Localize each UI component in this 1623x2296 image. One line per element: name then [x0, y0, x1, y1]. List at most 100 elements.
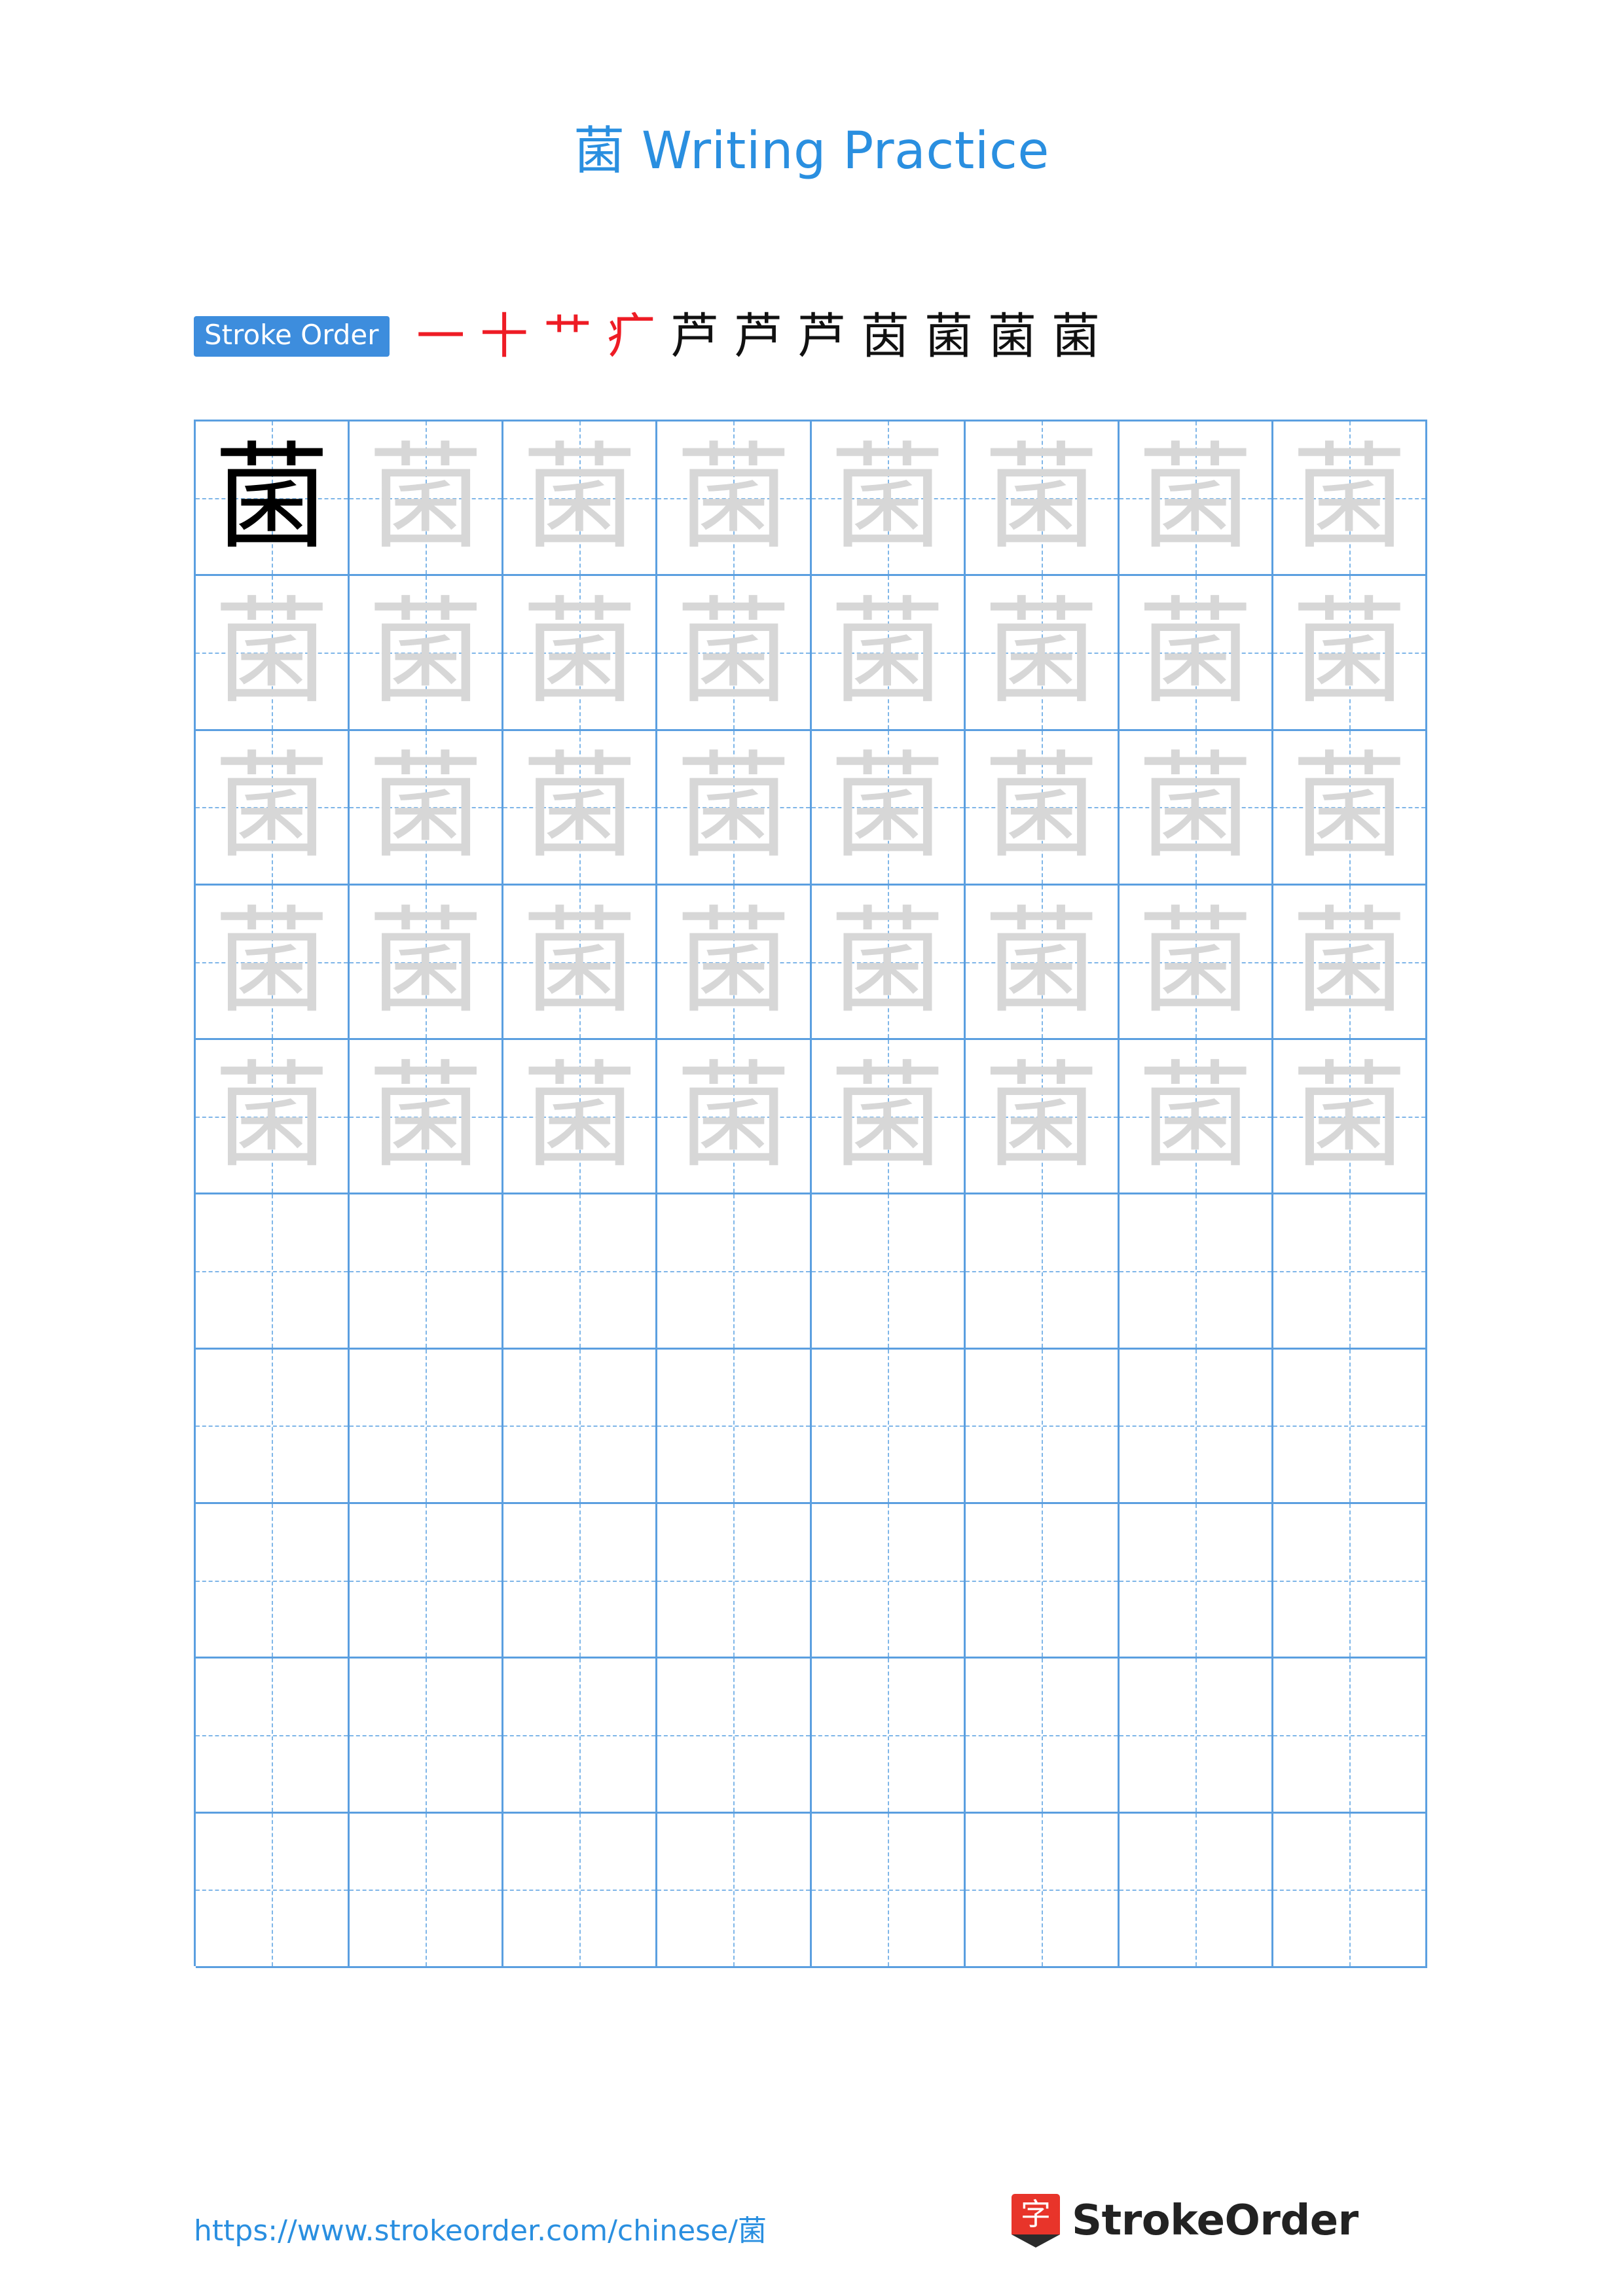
grid-cell[interactable]	[965, 1194, 1120, 1350]
grid-cell[interactable]	[1119, 1659, 1273, 1814]
grid-cell[interactable]	[196, 1194, 350, 1350]
grid-cell[interactable]	[811, 1349, 966, 1505]
grid-cell[interactable]	[1273, 1504, 1427, 1659]
grid-cell[interactable]: 菌	[1273, 1040, 1427, 1195]
grid-cell[interactable]: 菌	[1119, 885, 1273, 1041]
grid-cell[interactable]: 菌	[350, 422, 504, 577]
trace-character: 菌	[214, 584, 330, 719]
grid-cell[interactable]: 菌	[657, 1040, 812, 1195]
trace-character: 菌	[368, 894, 484, 1029]
grid-cell[interactable]	[1119, 1194, 1273, 1350]
grid-cell[interactable]	[1119, 1813, 1273, 1968]
grid-cell[interactable]	[1119, 1504, 1273, 1659]
grid-cell[interactable]: 菌	[965, 885, 1120, 1041]
stroke-step-3: 艹	[543, 308, 593, 365]
grid-cell[interactable]: 菌	[965, 576, 1120, 731]
grid-cell[interactable]: 菌	[350, 576, 504, 731]
grid-cell[interactable]	[657, 1349, 812, 1505]
grid-cell[interactable]	[503, 1659, 658, 1814]
stroke-order-row: Stroke Order 一十艹疒芦芦芦茵菌菌菌	[194, 305, 1438, 368]
grid-cell[interactable]: 菌	[965, 422, 1120, 577]
grid-cell[interactable]	[811, 1504, 966, 1659]
grid-cell[interactable]	[196, 1349, 350, 1505]
grid-cell[interactable]: 菌	[196, 422, 350, 577]
grid-cell[interactable]: 菌	[811, 885, 966, 1041]
stroke-step-1: 一	[416, 308, 465, 365]
grid-cell[interactable]	[811, 1659, 966, 1814]
grid-cell[interactable]: 菌	[196, 885, 350, 1041]
grid-cell[interactable]: 菌	[503, 576, 658, 731]
grid-cell[interactable]	[1273, 1659, 1427, 1814]
grid-cell[interactable]: 菌	[1119, 422, 1273, 577]
grid-cell[interactable]	[965, 1813, 1120, 1968]
grid-cell[interactable]	[657, 1194, 812, 1350]
grid-cell[interactable]	[1273, 1349, 1427, 1505]
grid-cell[interactable]: 菌	[350, 885, 504, 1041]
grid-cell[interactable]: 菌	[965, 1040, 1120, 1195]
grid-cell[interactable]: 菌	[350, 730, 504, 886]
grid-cell[interactable]: 菌	[350, 1040, 504, 1195]
trace-character: 菌	[830, 894, 945, 1029]
grid-cell[interactable]	[196, 1504, 350, 1659]
grid-cell[interactable]	[1119, 1349, 1273, 1505]
grid-cell[interactable]: 菌	[1119, 576, 1273, 731]
trace-character: 菌	[983, 1049, 1099, 1183]
grid-cell[interactable]	[1273, 1813, 1427, 1968]
grid-cell[interactable]	[965, 1659, 1120, 1814]
grid-cell[interactable]: 菌	[503, 730, 658, 886]
grid-cell[interactable]	[350, 1349, 504, 1505]
trace-character: 菌	[522, 740, 638, 874]
grid-cell[interactable]: 菌	[811, 422, 966, 577]
trace-character: 菌	[522, 894, 638, 1029]
grid-cell[interactable]	[350, 1659, 504, 1814]
grid-cell[interactable]: 菌	[503, 422, 658, 577]
grid-cell[interactable]: 菌	[196, 730, 350, 886]
grid-cell[interactable]	[965, 1349, 1120, 1505]
grid-cell[interactable]	[965, 1504, 1120, 1659]
grid-cell[interactable]: 菌	[811, 576, 966, 731]
grid-cell[interactable]: 菌	[657, 730, 812, 886]
grid-cell[interactable]	[503, 1813, 658, 1968]
grid-cell[interactable]: 菌	[1273, 422, 1427, 577]
grid-row	[196, 1349, 1427, 1505]
grid-cell[interactable]	[811, 1194, 966, 1350]
grid-cell[interactable]: 菌	[1273, 885, 1427, 1041]
trace-character: 菌	[830, 740, 945, 874]
grid-cell[interactable]: 菌	[1119, 1040, 1273, 1195]
grid-row	[196, 1813, 1427, 1968]
grid-cell[interactable]	[811, 1813, 966, 1968]
grid-cell[interactable]	[657, 1659, 812, 1814]
trace-character: 菌	[830, 584, 945, 719]
grid-cell[interactable]: 菌	[1273, 730, 1427, 886]
trace-character: 菌	[983, 430, 1099, 565]
grid-cell[interactable]: 菌	[196, 1040, 350, 1195]
stroke-order-sequence: 一十艹疒芦芦芦茵菌菌菌	[409, 312, 1108, 361]
trace-character: 菌	[983, 894, 1099, 1029]
grid-cell[interactable]: 菌	[657, 422, 812, 577]
grid-cell[interactable]	[1273, 1194, 1427, 1350]
grid-cell[interactable]	[503, 1504, 658, 1659]
footer-brand: 字 StrokeOrder	[1012, 2194, 1359, 2248]
grid-cell[interactable]	[503, 1349, 658, 1505]
grid-cell[interactable]	[503, 1194, 658, 1350]
grid-cell[interactable]	[657, 1813, 812, 1968]
grid-cell[interactable]	[196, 1659, 350, 1814]
grid-cell[interactable]	[350, 1504, 504, 1659]
grid-cell[interactable]: 菌	[811, 730, 966, 886]
grid-cell[interactable]	[350, 1813, 504, 1968]
footer-url[interactable]: https://www.strokeorder.com/chinese/菌	[194, 2207, 767, 2249]
grid-cell[interactable]	[196, 1813, 350, 1968]
grid-cell[interactable]	[350, 1194, 504, 1350]
grid-cell[interactable]: 菌	[1273, 576, 1427, 731]
grid-cell[interactable]: 菌	[503, 1040, 658, 1195]
grid-cell[interactable]: 菌	[965, 730, 1120, 886]
grid-cell[interactable]: 菌	[503, 885, 658, 1041]
grid-cell[interactable]: 菌	[1119, 730, 1273, 886]
grid-cell[interactable]: 菌	[657, 885, 812, 1041]
grid-cell[interactable]: 菌	[657, 576, 812, 731]
grid-cell[interactable]: 菌	[196, 576, 350, 731]
grid-cell[interactable]	[657, 1504, 812, 1659]
grid-cell[interactable]: 菌	[811, 1040, 966, 1195]
grid-row: 菌菌菌菌菌菌菌菌	[196, 885, 1427, 1041]
trace-character: 菌	[1291, 430, 1407, 565]
